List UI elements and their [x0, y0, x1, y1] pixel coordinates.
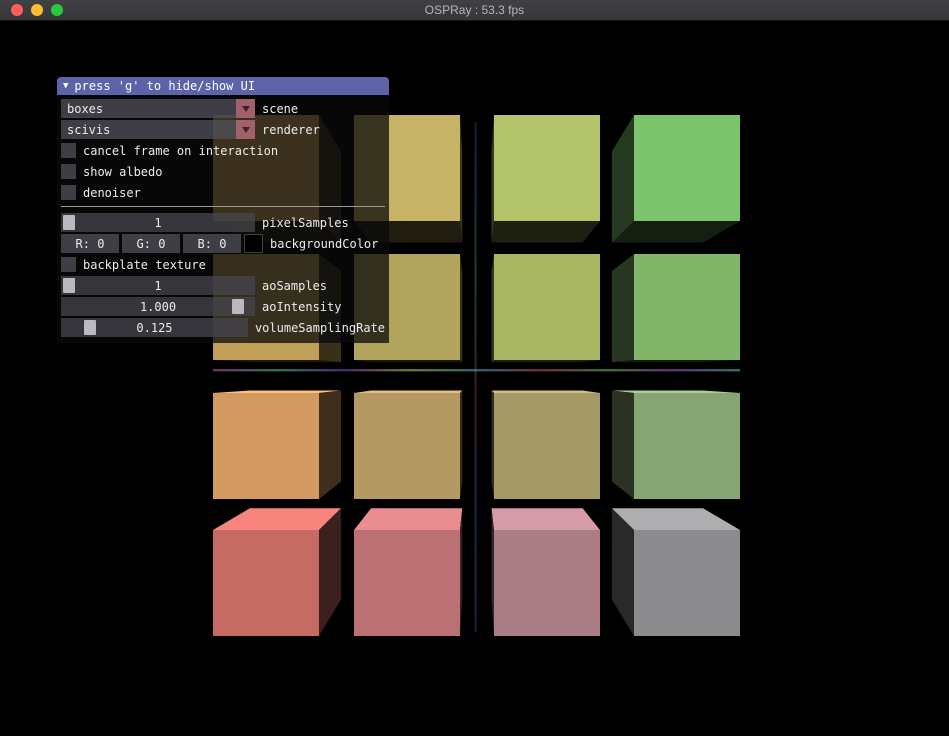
slider-label: volumeSamplingRate	[255, 321, 385, 335]
cube-front-face	[354, 393, 460, 499]
cube-left-face	[491, 115, 494, 243]
panel-header[interactable]: ▼ press 'g' to hide/show UI	[57, 77, 389, 95]
cube-top-face	[354, 508, 462, 530]
renderer-combo[interactable]: scivis	[61, 120, 255, 139]
renderer-combo-value: scivis	[61, 123, 236, 137]
scene-combo-label: scene	[262, 102, 298, 116]
cube-right-face	[460, 254, 462, 362]
minimize-button[interactable]	[31, 4, 43, 16]
slider-value: 1	[154, 216, 161, 230]
cube-front-face	[494, 115, 600, 221]
panel-header-label: press 'g' to hide/show UI	[74, 79, 255, 93]
cube-left-face	[491, 254, 494, 362]
traffic-lights	[11, 4, 63, 16]
cube-bottom-face	[612, 360, 740, 362]
bg-color-swatch[interactable]	[244, 234, 263, 253]
slider-value: 0.125	[136, 321, 172, 335]
close-button[interactable]	[11, 4, 23, 16]
cube-front-face	[634, 393, 740, 499]
cube-left-face	[491, 390, 494, 499]
slider-grab[interactable]	[63, 278, 75, 293]
slider-grab[interactable]	[84, 320, 96, 335]
cube-right-face	[460, 390, 462, 499]
pixelsamples-slider[interactable]: 1	[61, 213, 255, 232]
slider-grab[interactable]	[63, 215, 75, 230]
cube-top-face	[612, 508, 740, 530]
checkbox-label: backplate texture	[83, 258, 206, 272]
checkbox-label: denoiser	[83, 186, 141, 200]
cube-left-face	[612, 390, 634, 499]
zoom-button[interactable]	[51, 4, 63, 16]
bg-color-b-field[interactable]: B: 0	[183, 234, 241, 253]
reflection-glint	[475, 122, 477, 632]
aosamples-slider[interactable]: 1	[61, 276, 255, 295]
cube-bottom-face	[354, 360, 462, 362]
checkbox-backplate-texture[interactable]	[61, 257, 76, 272]
cube-front-face	[213, 393, 319, 499]
cube-bottom-face	[491, 221, 600, 243]
window-title: OSPRay : 53.3 fps	[425, 3, 524, 17]
scene-combo-value: boxes	[61, 102, 236, 116]
bg-color-r-field[interactable]: R: 0	[61, 234, 119, 253]
cube-front-face	[494, 254, 600, 360]
cube-right-face	[319, 390, 341, 499]
slider-grab[interactable]	[232, 299, 244, 314]
ospray-window: OSPRay : 53.3 fps ▼ press 'g' to hide/sh…	[0, 0, 949, 736]
cube-top-face	[612, 390, 740, 393]
imgui-panel: ▼ press 'g' to hide/show UI boxes scene …	[57, 77, 389, 343]
chevron-down-icon	[242, 106, 250, 112]
cube-front-face	[634, 530, 740, 636]
cube-right-face	[319, 508, 341, 636]
scene-combo-arrow-button[interactable]	[236, 99, 255, 118]
cube-top-face	[213, 390, 341, 393]
cube-left-face	[612, 508, 634, 636]
checkbox-denoiser[interactable]	[61, 185, 76, 200]
bg-color-label: backgroundColor	[270, 237, 378, 251]
cube-front-face	[494, 530, 600, 636]
chevron-down-icon	[242, 127, 250, 133]
slider-label: aoIntensity	[262, 300, 341, 314]
cube-front-face	[213, 530, 319, 636]
bg-color-g-field[interactable]: G: 0	[122, 234, 180, 253]
cube-left-face	[612, 254, 634, 362]
slider-value: 1	[154, 279, 161, 293]
cube-top-face	[213, 508, 341, 530]
titlebar[interactable]: OSPRay : 53.3 fps	[0, 0, 949, 21]
cube-bottom-face	[213, 360, 341, 362]
cube-top-face	[354, 390, 462, 393]
cube-right-face	[460, 508, 462, 636]
cube-front-face	[494, 393, 600, 499]
cube-left-face	[491, 508, 494, 636]
renderer-combo-label: renderer	[262, 123, 320, 137]
cube-bottom-face	[491, 360, 600, 362]
checkbox-label: cancel frame on interaction	[83, 144, 278, 158]
cube-top-face	[491, 508, 600, 530]
cube-bottom-face	[612, 221, 740, 243]
slider-label: aoSamples	[262, 279, 327, 293]
cube-left-face	[612, 115, 634, 243]
volumesamplingrate-slider[interactable]: 0.125	[61, 318, 248, 337]
cube-top-face	[491, 390, 600, 393]
separator	[61, 206, 385, 207]
cube-front-face	[634, 115, 740, 221]
cube-front-face	[354, 530, 460, 636]
scene-combo[interactable]: boxes	[61, 99, 255, 118]
slider-label: pixelSamples	[262, 216, 349, 230]
cube-right-face	[460, 115, 462, 243]
checkbox-label: show albedo	[83, 165, 162, 179]
panel-body: boxes scene scivis renderer ca	[57, 95, 389, 343]
cube-front-face	[634, 254, 740, 360]
checkbox-cancel-frame-on-interaction[interactable]	[61, 143, 76, 158]
aointensity-slider[interactable]: 1.000	[61, 297, 255, 316]
slider-value: 1.000	[140, 300, 176, 314]
renderer-combo-arrow-button[interactable]	[236, 120, 255, 139]
checkbox-show-albedo[interactable]	[61, 164, 76, 179]
collapse-arrow-icon[interactable]: ▼	[63, 82, 68, 91]
